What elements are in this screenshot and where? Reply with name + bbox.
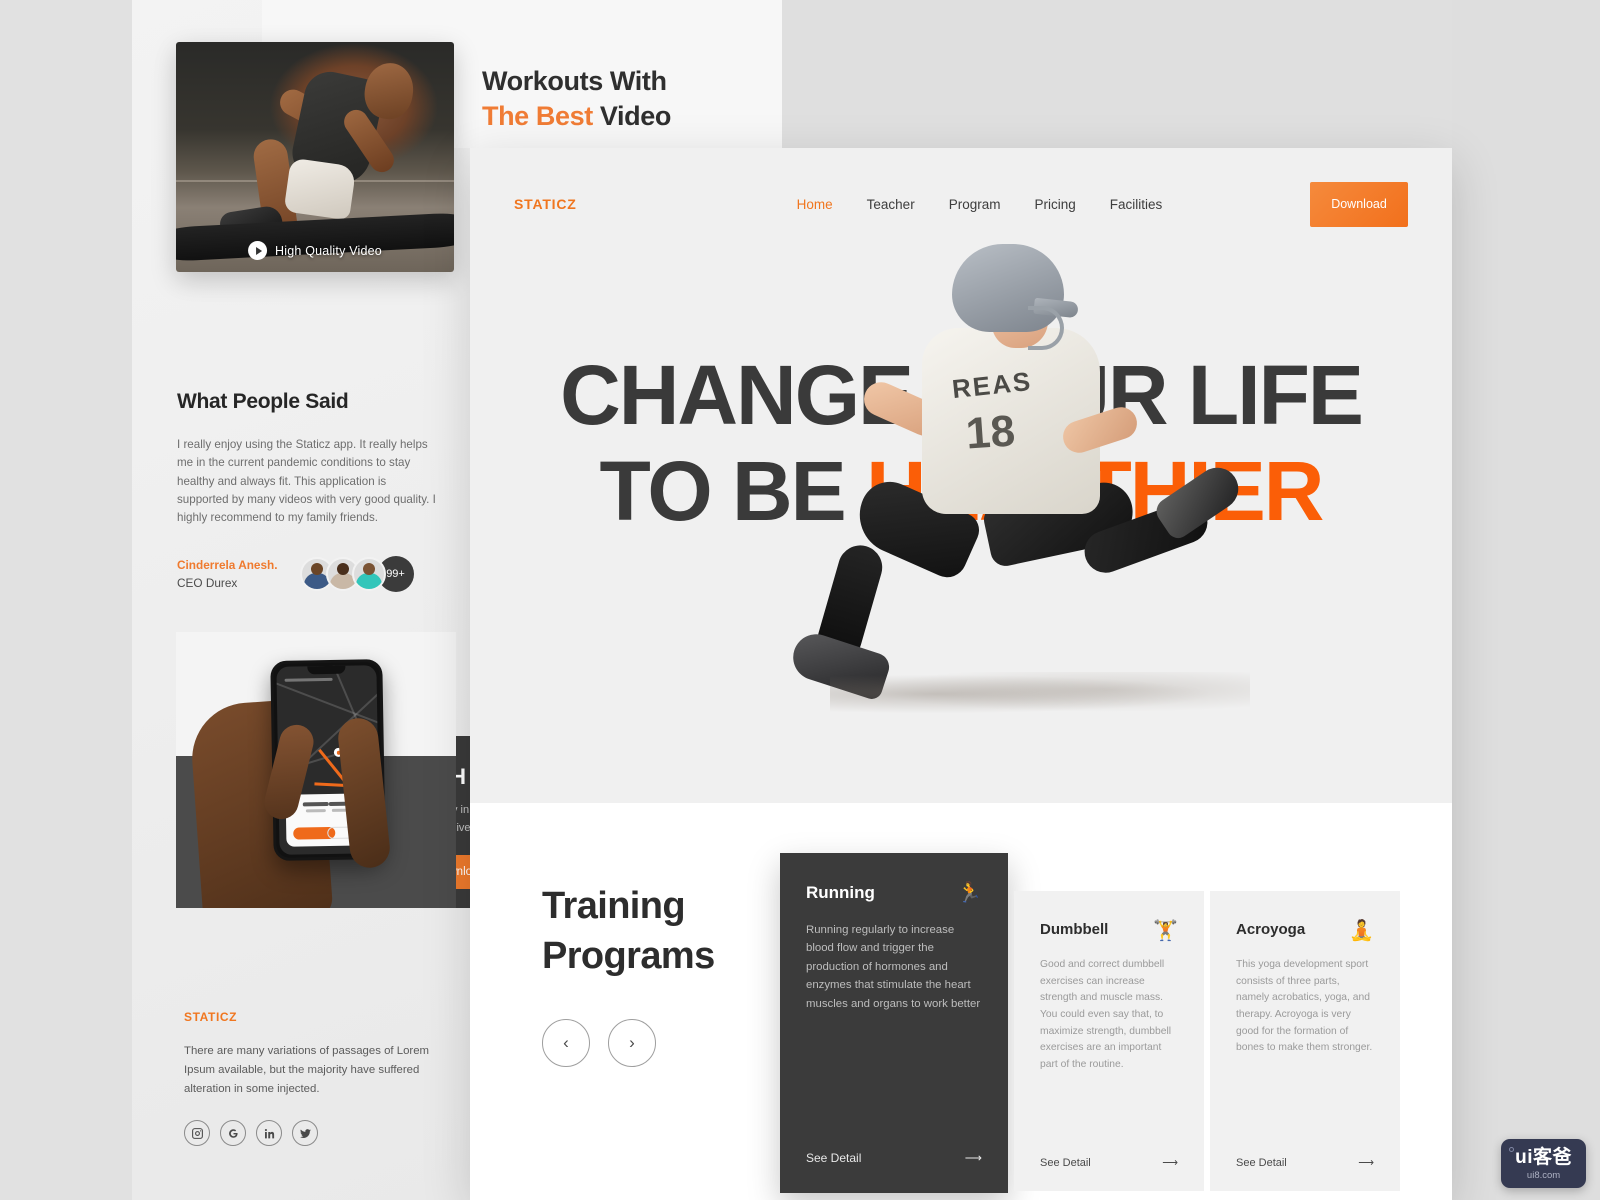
page-root: Workouts With The Best Video High Qualit…: [0, 0, 1600, 1200]
program-description: Good and correct dumbbell exercises can …: [1040, 959, 1172, 1071]
programs-heading-line-1: Training: [542, 885, 686, 927]
testimonial-author-row: Cinderrela Anesh. CEO Durex 99+: [177, 555, 437, 592]
teaser-line-2-accent: The Best: [482, 101, 593, 132]
footer-text: There are many variations of passages of…: [184, 1045, 430, 1095]
footer-logo: STATICZ: [184, 1010, 238, 1024]
yoga-icon: 🧘: [1349, 920, 1374, 942]
nav-item-facilities[interactable]: Facilities: [1110, 197, 1163, 212]
runner-photo: REAS 18: [770, 244, 1250, 754]
watermark-main-text: ui客爸: [1515, 1147, 1572, 1168]
athlete-shorts: [283, 157, 357, 220]
background-plate-top-right: [782, 0, 1452, 148]
testimonial-section: What People Said I really enjoy using th…: [177, 390, 437, 592]
programs-heading-line-2: Programs: [542, 935, 715, 978]
testimonial-quote: I really enjoy using the Staticz app. It…: [177, 438, 436, 525]
chevron-right-icon[interactable]: ›: [608, 1019, 656, 1067]
program-detail-link[interactable]: See Detail ⟶: [1040, 1156, 1178, 1170]
social-links: [184, 1120, 444, 1147]
nav-item-pricing[interactable]: Pricing: [1034, 197, 1075, 212]
nav-item-teacher[interactable]: Teacher: [867, 197, 915, 212]
phone-app-title: [284, 677, 369, 684]
avatar: [351, 556, 386, 591]
program-detail-link[interactable]: See Detail ⟶: [806, 1151, 982, 1165]
background-plate-right: [1452, 0, 1600, 1200]
linkedin-icon[interactable]: [256, 1120, 282, 1147]
program-title: Dumbbell: [1040, 921, 1109, 938]
video-badge-label: High Quality Video: [275, 243, 382, 258]
program-card-running[interactable]: Running 🏃 Running regularly to increase …: [780, 853, 1008, 1193]
arrow-right-icon: ⟶: [1162, 1157, 1178, 1169]
nav-item-home[interactable]: Home: [797, 197, 833, 212]
twitter-icon[interactable]: [292, 1120, 318, 1147]
program-card-acroyoga[interactable]: Acroyoga 🧘 This yoga development sport c…: [1210, 891, 1400, 1191]
jersey-number: 18: [964, 406, 1017, 459]
testimonial-author: Cinderrela Anesh. CEO Durex: [177, 558, 278, 590]
phone-notch: [307, 665, 346, 675]
author-role: CEO Durex: [177, 575, 238, 590]
author-name: Cinderrela Anesh.: [177, 557, 278, 572]
main-landing-panel: CHANGE YOUR LIFE TO BE HEALTHIER REAS 18: [470, 148, 1452, 1200]
nav-item-program[interactable]: Program: [949, 197, 1001, 212]
video-preview-card[interactable]: High Quality Video: [176, 42, 454, 272]
program-description: This yoga development sport consists of …: [1236, 959, 1373, 1054]
instagram-icon[interactable]: [184, 1120, 210, 1147]
background-plate-far-left: [0, 0, 132, 1200]
arrow-right-icon: ⟶: [1358, 1157, 1374, 1169]
program-title: Running: [806, 883, 875, 902]
program-detail-label: See Detail: [1236, 1156, 1287, 1169]
site-watermark: ui客爸 ui8.com: [1501, 1139, 1586, 1188]
watermark-sub-text: ui8.com: [1526, 1170, 1561, 1181]
chevron-left-icon[interactable]: ‹: [542, 1019, 590, 1067]
testimonial-heading: What People Said: [177, 390, 349, 413]
program-detail-label: See Detail: [1040, 1156, 1091, 1169]
program-card-dumbbell[interactable]: Dumbbell 🏋️ Good and correct dumbbell ex…: [1014, 891, 1204, 1191]
program-cards: Running 🏃 Running regularly to increase …: [780, 853, 1400, 1193]
weightlifter-icon: 🏋️: [1153, 920, 1178, 942]
teaser-heading: Workouts With The Best Video: [482, 64, 782, 134]
nav-menu: Home Teacher Program Pricing Facilities: [797, 197, 1163, 212]
program-title: Acroyoga: [1236, 921, 1306, 938]
running-icon: 🏃: [957, 882, 982, 904]
nav-brand-logo[interactable]: STATICZ: [514, 196, 577, 212]
program-detail-link[interactable]: See Detail ⟶: [1236, 1156, 1374, 1170]
play-circle-icon[interactable]: [248, 241, 268, 260]
arrow-right-icon: ⟶: [964, 1151, 982, 1165]
watermark-dot-icon: [1509, 1147, 1515, 1152]
teaser-line-1: Workouts With: [482, 66, 667, 96]
video-quality-badge[interactable]: High Quality Video: [248, 241, 382, 260]
google-icon[interactable]: [220, 1120, 246, 1147]
nav-download-button[interactable]: Download: [1310, 181, 1408, 227]
program-detail-label: See Detail: [806, 1151, 862, 1165]
training-programs-section: Training Programs ‹ › Running 🏃 Running …: [470, 803, 1452, 1200]
footer-section: STATICZ There are many variations of pas…: [184, 1010, 444, 1147]
programs-carousel-controls: ‹ ›: [542, 1019, 656, 1067]
phone-mockup-photo: [176, 632, 456, 908]
program-description: Running regularly to increase blood flow…: [806, 924, 981, 1010]
teaser-line-2-rest: Video: [592, 101, 671, 132]
dust-effect: [830, 672, 1250, 716]
avatar-group[interactable]: 99+: [299, 555, 414, 592]
programs-heading: Training Programs: [542, 881, 715, 981]
